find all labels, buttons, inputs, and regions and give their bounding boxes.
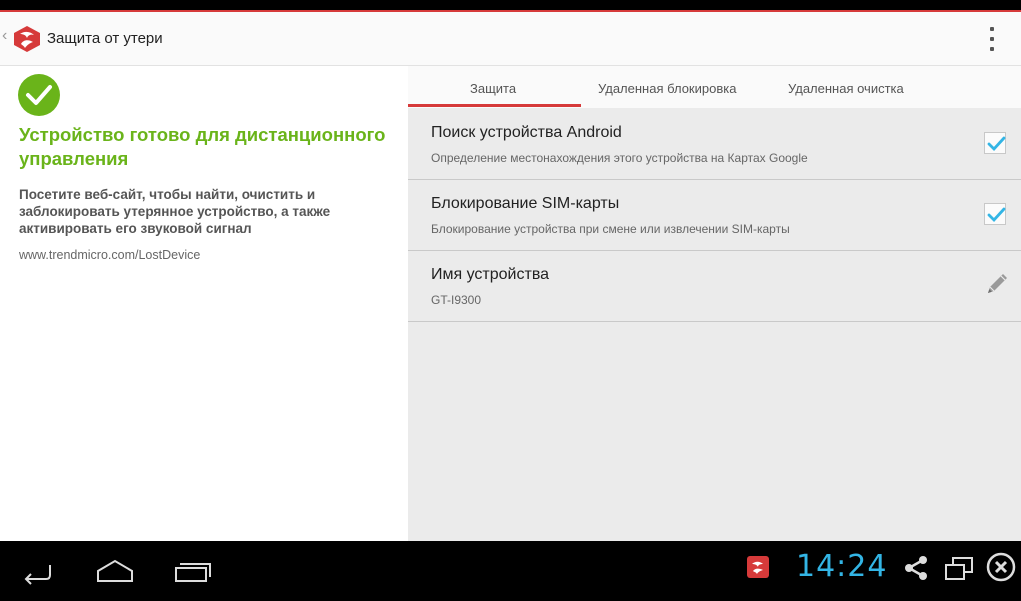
share-icon[interactable]	[904, 554, 928, 582]
menu-dot	[990, 27, 994, 31]
sim-lock-checkbox[interactable]	[984, 203, 1006, 225]
setting-subtitle: Определение местонахождения этого устрой…	[431, 151, 808, 165]
app-window: ‹ Защита от утери Устройство готово для …	[0, 12, 1021, 541]
ready-status-title: Устройство готово для дистанционного упр…	[19, 124, 386, 169]
setting-subtitle: Блокирование устройства при смене или из…	[431, 222, 790, 236]
ready-check-icon	[18, 74, 60, 116]
overflow-menu-icon[interactable]	[985, 24, 999, 54]
ready-description: Посетите веб-сайт, чтобы найти, очистить…	[19, 187, 331, 236]
screen-window-icon[interactable]	[944, 555, 974, 581]
edit-pencil-icon[interactable]	[983, 270, 1011, 298]
page-title: Защита от утери	[47, 30, 163, 47]
nav-home-icon[interactable]	[95, 555, 135, 587]
tab-remote-wipe[interactable]: Удаленная очистка	[788, 81, 904, 96]
tab-protection[interactable]: Защита	[470, 81, 516, 96]
setting-find-device[interactable]: Поиск устройства Android Определение мес…	[408, 109, 1021, 180]
tab-bar: Защита Удаленная блокировка Удаленная оч…	[408, 66, 1021, 108]
trend-micro-logo-icon[interactable]	[12, 25, 42, 53]
trend-micro-notification-icon[interactable]	[747, 556, 769, 578]
lost-device-url: www.trendmicro.com/LostDevice	[19, 248, 201, 262]
system-clock[interactable]: 14:24	[796, 549, 887, 584]
setting-device-name[interactable]: Имя устройства GT-I9300	[408, 251, 1021, 322]
action-bar: ‹ Защита от утери	[0, 12, 1021, 66]
nav-recent-apps-icon[interactable]	[172, 555, 212, 587]
back-chevron-icon[interactable]: ‹	[2, 27, 7, 45]
nav-back-icon[interactable]	[20, 555, 60, 587]
setting-sim-lock[interactable]: Блокирование SIM-карты Блокирование устр…	[408, 180, 1021, 251]
tab-remote-lock[interactable]: Удаленная блокировка	[598, 81, 736, 96]
close-circle-icon[interactable]	[985, 551, 1017, 583]
system-navigation-bar: 14:24	[0, 541, 1021, 601]
menu-dot	[990, 47, 994, 51]
setting-title: Поиск устройства Android	[431, 124, 622, 141]
notification-logo-icon	[752, 561, 763, 574]
status-panel: Устройство готово для дистанционного упр…	[0, 66, 408, 541]
menu-dot	[990, 37, 994, 41]
checkmark-icon	[987, 136, 1006, 152]
checkmark-icon	[987, 207, 1006, 223]
setting-title: Имя устройства	[431, 266, 550, 283]
status-bar-top	[0, 0, 1021, 12]
setting-title: Блокирование SIM-карты	[431, 195, 620, 212]
active-tab-indicator	[408, 104, 581, 107]
settings-panel: Защита Удаленная блокировка Удаленная оч…	[408, 66, 1021, 541]
device-name-value: GT-I9300	[431, 293, 482, 307]
find-device-checkbox[interactable]	[984, 132, 1006, 154]
